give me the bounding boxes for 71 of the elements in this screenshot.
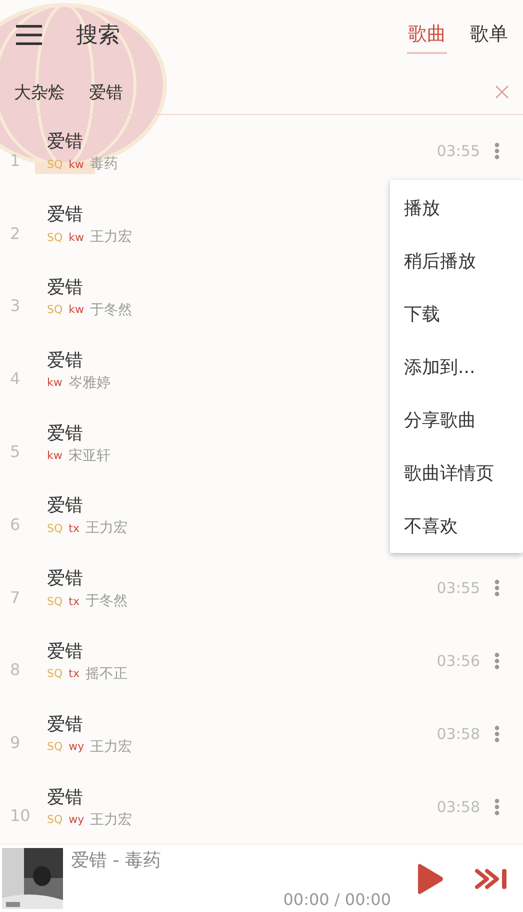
source-tag: tx bbox=[68, 522, 80, 535]
song-duration: 03:58 bbox=[436, 798, 480, 816]
track-number: 4 bbox=[9, 369, 22, 388]
track-number: 8 bbox=[9, 660, 22, 680]
page-title: 搜索 bbox=[76, 22, 121, 50]
song-title[interactable]: 爱错 bbox=[47, 129, 437, 154]
quality-tag: SQ bbox=[47, 158, 63, 171]
menu-item[interactable]: 下载 bbox=[390, 287, 523, 340]
quality-tag: SQ bbox=[47, 522, 63, 535]
artist-name: 岑雅婷 bbox=[68, 374, 110, 392]
song-title[interactable]: 爱错 bbox=[47, 712, 437, 736]
source-tag: tx bbox=[68, 594, 80, 608]
menu-item[interactable]: 添加到... bbox=[390, 340, 523, 393]
menu-item[interactable]: 稍后播放 bbox=[390, 234, 523, 287]
source-tag: kw bbox=[68, 303, 84, 316]
artist-name: 摇不正 bbox=[85, 664, 128, 683]
track-number: 9 bbox=[9, 733, 22, 752]
search-history-item[interactable]: 大杂烩 bbox=[14, 80, 65, 104]
song-duration: 03:58 bbox=[436, 724, 480, 743]
search-history-item[interactable]: 爱错 bbox=[89, 80, 123, 104]
track-number: 10 bbox=[9, 806, 32, 826]
track-number: 2 bbox=[9, 224, 22, 243]
next-icon[interactable] bbox=[475, 868, 509, 890]
artist-name: 王力宏 bbox=[85, 519, 128, 538]
source-tag: kw bbox=[47, 376, 62, 390]
quality-tag: SQ bbox=[47, 740, 63, 754]
source-tag: wy bbox=[68, 740, 84, 754]
song-title[interactable]: 爱错 bbox=[47, 638, 437, 663]
track-number: 1 bbox=[9, 150, 22, 170]
artist-name: 于冬然 bbox=[90, 300, 132, 319]
more-icon[interactable] bbox=[494, 652, 500, 670]
artist-name: 于冬然 bbox=[85, 592, 128, 610]
quality-tag: SQ bbox=[47, 594, 63, 608]
now-playing-title: 爱错 - 毒药 bbox=[71, 849, 162, 872]
artist-name: 宋亚轩 bbox=[68, 446, 110, 465]
artist-name: 王力宏 bbox=[90, 738, 132, 756]
track-number: 6 bbox=[9, 514, 22, 534]
more-icon[interactable] bbox=[494, 142, 500, 160]
quality-tag: SQ bbox=[47, 667, 63, 680]
track-number: 5 bbox=[9, 442, 22, 462]
playback-time: 00:00 / 00:00 bbox=[283, 890, 391, 909]
artist-name: 毒药 bbox=[90, 155, 118, 174]
source-tag: kw bbox=[47, 449, 62, 462]
menu-icon[interactable] bbox=[16, 24, 42, 46]
menu-item[interactable]: 分享歌曲 bbox=[390, 393, 523, 446]
tab[interactable]: 歌曲 bbox=[407, 16, 447, 54]
source-tag: wy bbox=[68, 813, 84, 826]
source-tag: kw bbox=[68, 158, 84, 171]
tab[interactable]: 歌单 bbox=[469, 16, 509, 54]
more-icon[interactable] bbox=[494, 798, 500, 816]
song-title[interactable]: 爱错 bbox=[47, 566, 437, 590]
song-duration: 03:55 bbox=[436, 579, 480, 598]
close-icon[interactable] bbox=[495, 85, 509, 99]
play-icon[interactable] bbox=[415, 862, 445, 894]
menu-item[interactable]: 播放 bbox=[390, 181, 523, 234]
menu-item[interactable]: 不喜欢 bbox=[390, 499, 523, 552]
source-tag: kw bbox=[68, 230, 84, 244]
more-icon[interactable] bbox=[494, 579, 500, 598]
quality-tag: SQ bbox=[47, 813, 63, 826]
menu-item[interactable]: 歌曲详情页 bbox=[390, 446, 523, 499]
quality-tag: SQ bbox=[47, 303, 63, 316]
track-number: 3 bbox=[9, 296, 22, 316]
song-duration: 03:55 bbox=[436, 142, 480, 160]
track-number: 7 bbox=[9, 588, 22, 607]
quality-tag: SQ bbox=[47, 230, 63, 244]
song-duration: 03:56 bbox=[436, 652, 480, 670]
artist-name: 王力宏 bbox=[90, 228, 132, 246]
more-icon[interactable] bbox=[494, 724, 500, 743]
artist-name: 王力宏 bbox=[90, 810, 132, 829]
source-tag: tx bbox=[68, 667, 80, 680]
song-title[interactable]: 爱错 bbox=[47, 784, 437, 809]
